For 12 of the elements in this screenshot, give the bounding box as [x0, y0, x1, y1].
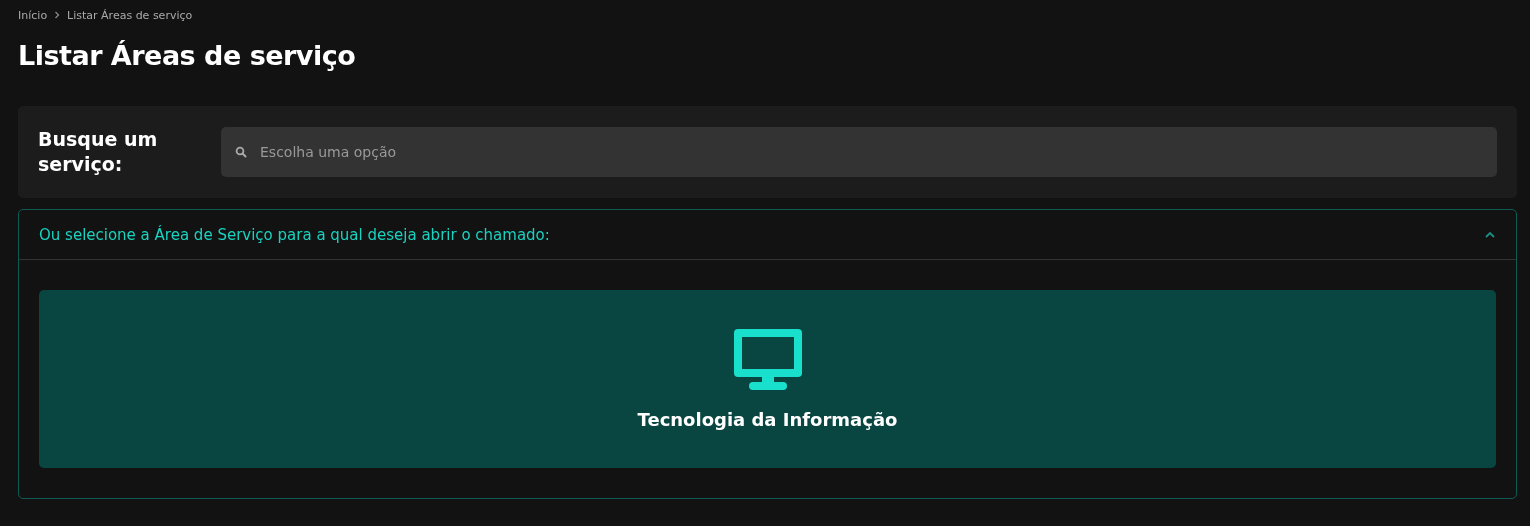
breadcrumb-current: Listar Áreas de serviço: [67, 8, 193, 22]
page-title: Listar Áreas de serviço: [18, 40, 357, 73]
monitor-icon: [733, 328, 802, 391]
chevron-icon: [54, 11, 61, 19]
breadcrumb-link[interactable]: Início: [18, 8, 48, 22]
chevron-up-icon[interactable]: [1484, 230, 1496, 239]
service-area-label: Tecnologia da Informação: [637, 408, 898, 430]
search-label: Busque um serviço:: [38, 127, 159, 177]
search-field[interactable]: Escolha uma opção: [221, 127, 1497, 177]
service-area-card[interactable]: Tecnologia da Informação: [39, 290, 1496, 468]
accordion-title: Ou selecione a Área de Serviço para a qual deseja abrir o chamado:: [39, 225, 550, 244]
accordion-header[interactable]: Ou selecione a Área de Serviço para a qual deseja abrir o chamado:: [19, 210, 1516, 260]
